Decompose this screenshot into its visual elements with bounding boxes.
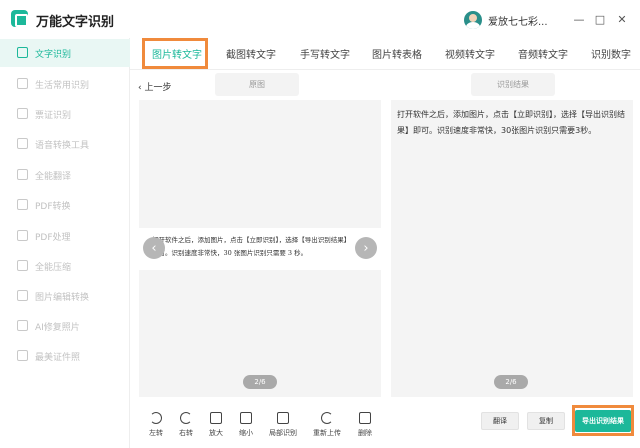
pdf-convert-icon xyxy=(17,199,28,210)
sidebar-item-label: 语音转换工具 xyxy=(35,141,90,151)
rotate-left-button[interactable]: 左转 xyxy=(141,410,171,440)
document-line-2: 即可。识别速度非常快，30 张图片识别只需要 3 秒。 xyxy=(152,249,308,257)
pdf-process-icon xyxy=(17,230,28,241)
user-name[interactable]: 爱放七七彩... xyxy=(488,13,548,28)
app-title: 万能文字识别 xyxy=(36,15,115,30)
sidebar-item-label: PDF转换 xyxy=(35,202,71,212)
export-button-highlight xyxy=(572,405,634,436)
prev-image-button[interactable]: ‹ xyxy=(143,237,165,259)
sidebar-item-pdf-convert[interactable]: PDF转换 xyxy=(0,191,130,219)
life-icon xyxy=(17,78,28,89)
next-image-button[interactable]: › xyxy=(355,237,377,259)
rotate-right-icon xyxy=(180,412,192,424)
minimize-button[interactable]: — xyxy=(571,11,587,27)
translate-button[interactable]: 翻译 xyxy=(481,412,519,430)
compress-icon xyxy=(17,260,28,271)
sidebar-item-ai-photo[interactable]: AI修复照片 xyxy=(0,312,130,340)
zoom-out-icon xyxy=(240,412,252,424)
image-page-indicator: 2/6 xyxy=(243,375,277,389)
rotate-right-button[interactable]: 右转 xyxy=(171,410,201,440)
sidebar-item-label: AI修复照片 xyxy=(35,323,80,333)
title-bar: 万能文字识别 爱放七七彩... — □ ✕ xyxy=(0,0,640,38)
avatar[interactable] xyxy=(464,11,482,29)
sidebar-item-label: 票证识别 xyxy=(35,111,72,121)
zoom-in-icon xyxy=(210,412,222,424)
sidebar: 文字识别 生活常用识别 票证识别 语音转换工具 全能翻译 PDF转换 PDF处理… xyxy=(0,38,130,448)
sidebar-item-ticket[interactable]: 票证识别 xyxy=(0,100,130,128)
text-recognition-icon xyxy=(17,47,28,58)
reupload-icon xyxy=(321,412,333,424)
tool-label: 放大 xyxy=(209,429,223,437)
document-line-1: 打开软件之后，添加图片，点击【立即识别】，选择【导出识别结果】 xyxy=(152,236,351,244)
zoom-in-button[interactable]: 放大 xyxy=(201,410,231,440)
sidebar-item-label: 全能翻译 xyxy=(35,172,72,182)
result-page-indicator: 2/6 xyxy=(494,375,528,389)
sidebar-item-life[interactable]: 生活常用识别 xyxy=(0,70,130,98)
tab-handwriting-to-text[interactable]: 手写转文字 xyxy=(300,46,350,61)
sidebar-item-compress[interactable]: 全能压缩 xyxy=(0,252,130,280)
tab-recognize-digits[interactable]: 识别数字 xyxy=(591,46,631,61)
sidebar-item-label: 最美证件照 xyxy=(35,353,81,363)
sidebar-item-voice[interactable]: 语音转换工具 xyxy=(0,130,130,158)
app-logo-icon xyxy=(11,10,28,27)
delete-button[interactable]: 删除 xyxy=(350,410,380,440)
result-panel[interactable] xyxy=(391,100,633,397)
tab-original-image[interactable]: 原图 xyxy=(215,73,299,96)
tool-label: 删除 xyxy=(358,429,372,437)
sidebar-item-image-edit[interactable]: 图片编辑转换 xyxy=(0,282,130,310)
sidebar-item-label: 文字识别 xyxy=(35,50,72,60)
reupload-button[interactable]: 重新上传 xyxy=(312,410,342,440)
partial-recognize-icon xyxy=(277,412,289,424)
active-tab-highlight xyxy=(142,38,208,69)
tab-image-to-table[interactable]: 图片转表格 xyxy=(372,46,422,61)
sidebar-item-label: 图片编辑转换 xyxy=(35,293,90,303)
tool-label: 右转 xyxy=(179,429,193,437)
tab-recognition-result[interactable]: 识别结果 xyxy=(471,73,555,96)
sidebar-item-label: 生活常用识别 xyxy=(35,81,90,91)
back-label: 上一步 xyxy=(144,83,172,93)
zoom-out-button[interactable]: 缩小 xyxy=(231,410,261,440)
sidebar-item-text-recognition[interactable]: 文字识别 xyxy=(0,39,130,67)
document-image-text: 打开软件之后，添加图片，点击【立即识别】，选择【导出识别结果】 即可。识别速度非… xyxy=(152,234,372,260)
result-text[interactable]: 打开软件之后，添加图片，点击【立即识别】，选择【导出识别结果】即可。识别速度非常… xyxy=(397,107,633,139)
tab-audio-to-text[interactable]: 音频转文字 xyxy=(518,46,568,61)
copy-button[interactable]: 复制 xyxy=(527,412,565,430)
maximize-button[interactable]: □ xyxy=(592,11,608,27)
tab-video-to-text[interactable]: 视频转文字 xyxy=(445,46,495,61)
tool-label: 左转 xyxy=(149,429,163,437)
id-photo-icon xyxy=(17,350,28,361)
tool-label: 局部识别 xyxy=(269,429,297,437)
sidebar-item-translate[interactable]: 全能翻译 xyxy=(0,161,130,189)
sidebar-item-pdf-process[interactable]: PDF处理 xyxy=(0,222,130,250)
sidebar-item-label: PDF处理 xyxy=(35,233,71,243)
delete-icon xyxy=(359,412,371,424)
back-button[interactable]: ‹ 上一步 xyxy=(138,80,171,93)
partial-recognize-button[interactable]: 局部识别 xyxy=(268,410,298,440)
close-button[interactable]: ✕ xyxy=(614,11,630,27)
sidebar-item-label: 全能压缩 xyxy=(35,263,72,273)
tool-label: 缩小 xyxy=(239,429,253,437)
tab-screenshot-to-text[interactable]: 截图转文字 xyxy=(226,46,276,61)
tool-label: 重新上传 xyxy=(313,429,341,437)
translate-icon xyxy=(17,169,28,180)
voice-icon xyxy=(17,138,28,149)
ticket-icon xyxy=(17,108,28,119)
ai-photo-icon xyxy=(17,320,28,331)
sidebar-item-id-photo[interactable]: 最美证件照 xyxy=(0,342,130,370)
image-edit-icon xyxy=(17,290,28,301)
rotate-left-icon xyxy=(150,412,162,424)
